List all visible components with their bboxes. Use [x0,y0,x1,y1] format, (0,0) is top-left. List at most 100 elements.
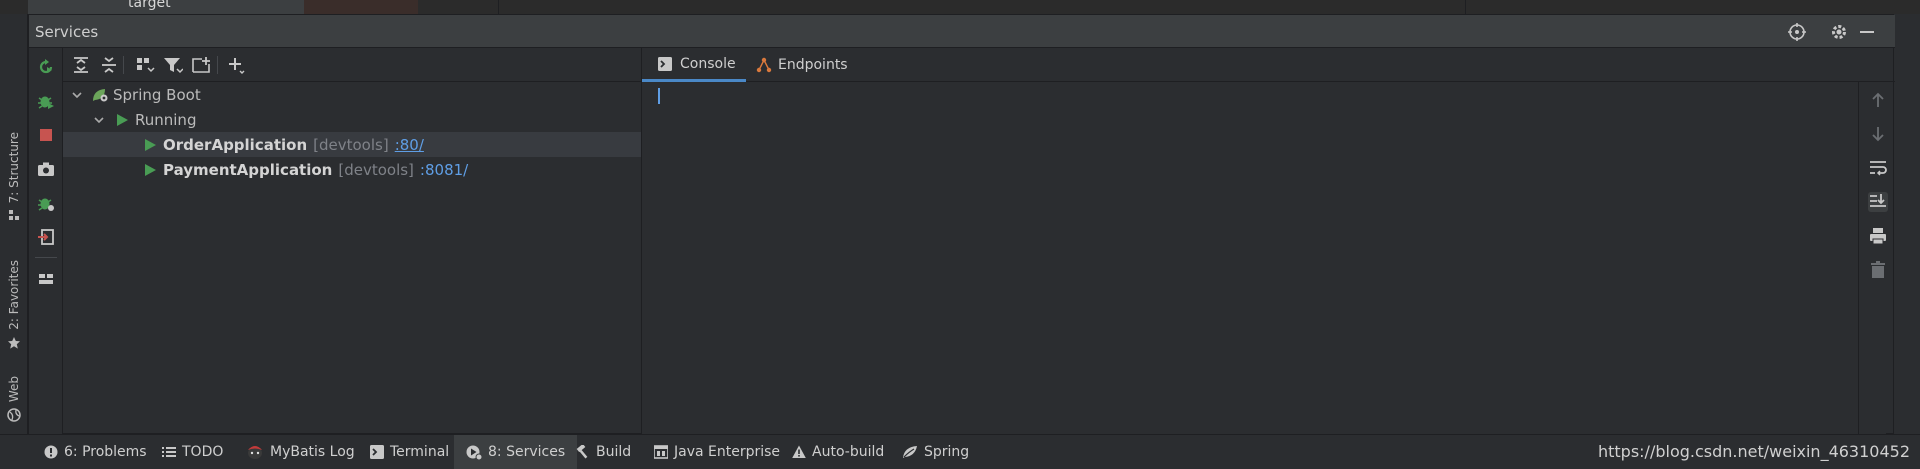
tab-label: TODO [182,444,224,460]
tab-web[interactable]: Web [0,376,28,422]
spring-leaf-icon [903,446,917,458]
debug-icon[interactable] [37,92,55,110]
divider [35,257,57,258]
divider [498,0,499,14]
watermark-text: https://blog.csdn.net/weixin_46310452 [1597,442,1910,461]
console-tabs: Console Endpoints [642,48,1895,82]
tab-services[interactable]: 8: Services [454,435,578,469]
text-caret [658,88,660,104]
tree-toolbar [63,48,641,82]
hammer-icon [576,445,588,459]
mybatis-icon [248,446,262,459]
layout-icon[interactable] [37,270,55,288]
login-icon[interactable] [37,228,55,246]
problems-icon [44,445,58,459]
tab-todo[interactable]: TODO [158,435,227,469]
tab-java-enterprise[interactable]: Java Enterprise [650,435,784,469]
tree-node-label: Running [135,110,197,129]
stop-icon[interactable] [37,126,55,144]
expand-all-icon[interactable] [71,56,91,74]
tab-label: Auto-build [812,444,885,460]
tab-label: MyBatis Log [270,444,355,460]
tab-mybatis-log[interactable]: MyBatis Log [242,435,359,469]
tab-label: 6: Problems [64,444,147,460]
tab-label: Java Enterprise [674,444,781,460]
list-icon [162,447,176,457]
divider [217,56,218,74]
divider [1465,0,1466,14]
tree-node-spring-boot[interactable]: Spring Boot [63,82,641,107]
rerun-icon[interactable] [37,58,55,76]
tab-label: Spring [924,444,970,460]
up-arrow-icon[interactable] [1868,90,1888,110]
services-tree: Spring Boot Running OrderApplication [de… [63,82,641,435]
top-strip: target [0,0,1920,14]
devtools-tag: [devtools] [313,135,389,154]
crosshair-icon[interactable] [1788,23,1806,41]
port-link[interactable]: :80/ [395,136,424,154]
project-tree-remnant-highlight [304,0,418,14]
app-name: PaymentApplication [163,160,333,179]
tree-node-payment-application[interactable]: PaymentApplication [devtools] :8081/ [63,157,641,182]
tree-node-running[interactable]: Running [63,107,641,132]
gear-icon[interactable] [1830,23,1848,41]
globe-icon [7,408,21,422]
print-icon[interactable] [1868,226,1888,246]
tree-node-order-application[interactable]: OrderApplication [devtools] :80/ [63,132,641,157]
camera-icon[interactable] [37,160,55,178]
tab-terminal[interactable]: Terminal [366,435,453,469]
soft-wrap-icon[interactable] [1868,158,1888,178]
tab-console[interactable]: Console [642,48,746,82]
collapse-all-icon[interactable] [99,56,119,74]
services-header: Services [29,15,1895,48]
new-tab-icon[interactable] [191,56,211,74]
terminal-icon [370,445,384,459]
run-icon [145,138,156,151]
warning-icon [792,445,806,458]
services-icon [466,445,482,460]
console-output[interactable] [642,82,1886,435]
chevron-down-icon[interactable] [71,89,83,101]
tab-spring[interactable]: Spring [898,435,973,469]
tab-auto-build[interactable]: Auto-build [788,435,888,469]
devtools-tag: [devtools] [338,160,414,179]
java-enterprise-icon [654,445,668,459]
divider [123,56,124,74]
down-arrow-icon[interactable] [1868,124,1888,144]
bottom-tool-bar: 6: Problems TODO MyBatis Log Terminal 8:… [0,434,1920,469]
tab-favorites[interactable]: 2: Favorites [0,260,28,350]
app-name: OrderApplication [163,135,308,154]
spring-boot-icon [93,88,108,101]
tab-label: Build [596,444,632,460]
chevron-down-icon[interactable] [93,114,105,126]
console-side-toolbar [1858,82,1895,435]
scroll-end-icon[interactable] [1868,192,1888,212]
tab-endpoints[interactable]: Endpoints [756,48,848,82]
endpoints-icon [756,57,772,73]
port-link[interactable]: :8081/ [420,161,468,179]
tab-label: Console [680,55,736,72]
star-icon [8,336,20,349]
debug-config-icon[interactable] [37,194,55,212]
tab-structure[interactable]: 7: Structure [0,132,28,221]
group-icon[interactable] [135,56,155,74]
minimize-icon[interactable] [1858,23,1876,41]
add-icon[interactable] [227,56,247,74]
target-folder-label: target [128,0,171,11]
filter-icon[interactable] [163,56,183,74]
run-icon [117,113,128,126]
tab-label: Terminal [390,444,450,460]
trash-icon[interactable] [1868,260,1888,280]
left-tool-strip: 7: Structure 2: Favorites Web [0,14,28,434]
tab-problems[interactable]: 6: Problems [40,435,151,469]
services-window: Services Spring Boot Running OrderApplic… [28,14,1895,435]
services-title: Services [35,23,99,41]
tab-label: 8: Services [488,444,566,460]
tree-node-label: Spring Boot [113,85,201,104]
services-actions [29,48,63,435]
run-icon [145,163,156,176]
console-icon [658,56,672,71]
tab-build[interactable]: Build [572,435,635,469]
tab-label: Endpoints [778,57,848,73]
structure-icon [9,210,19,221]
